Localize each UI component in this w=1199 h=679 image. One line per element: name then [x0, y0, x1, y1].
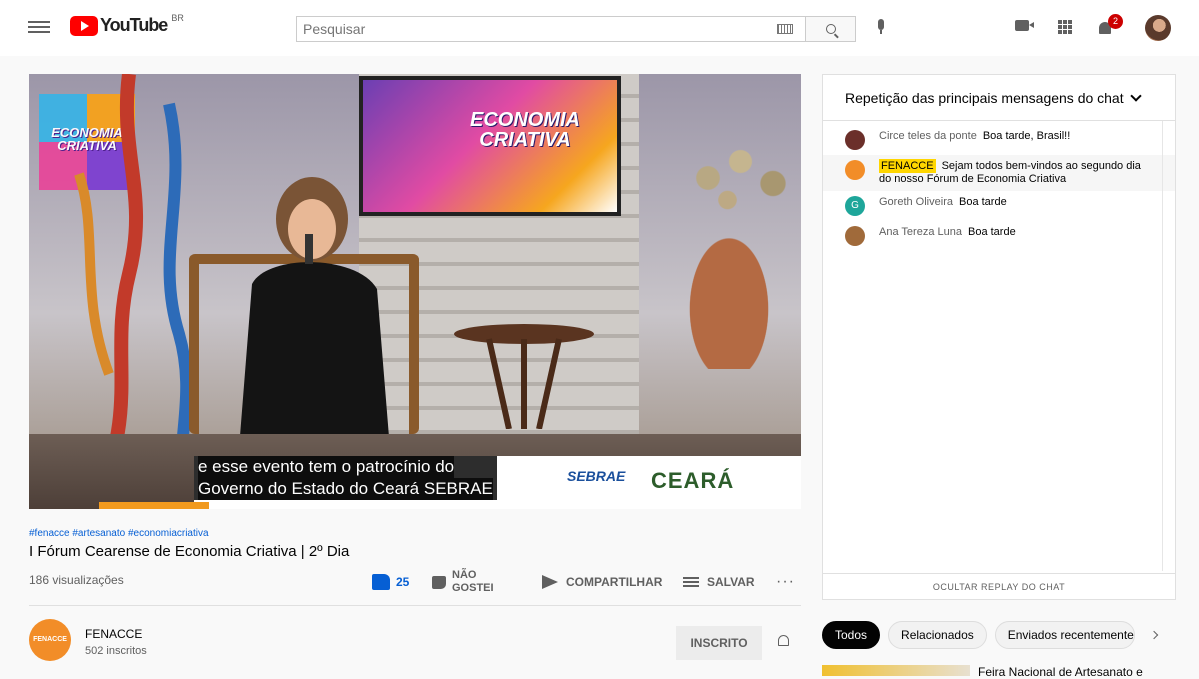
chat-text: Boa tarde — [958, 196, 1007, 208]
chat-avatar: G — [845, 196, 865, 216]
orange-strip — [99, 502, 209, 509]
keyboard-icon[interactable] — [777, 24, 793, 34]
caption-line-1: e esse evento tem o patrocínio do — [198, 456, 455, 478]
share-icon — [542, 575, 558, 589]
chat-message: Ana Tereza Luna Boa tarde — [823, 221, 1175, 251]
like-count: 25 — [396, 575, 410, 589]
divider — [29, 605, 801, 606]
thumb-up-icon — [372, 574, 390, 590]
live-chat-panel: Repetição das principais mensagens do ch… — [822, 74, 1176, 600]
recommended-thumbnail[interactable] — [822, 665, 970, 676]
chat-author-owner[interactable]: FENACCE — [879, 159, 936, 173]
dislike-label: NÃO GOSTEI — [452, 569, 494, 594]
hashtags[interactable]: #fenacce #artesanato #economiacriativa — [29, 528, 209, 539]
view-count: 186 visualizações — [29, 573, 124, 587]
vase — [679, 219, 779, 369]
video-player[interactable]: ECONOMIA CRIATIVA ECONOMIA CRIATIVA SEBR… — [29, 74, 801, 509]
chat-author[interactable]: Ana Tereza Luna — [879, 226, 962, 238]
chip-recent[interactable]: Enviados recentemente — [994, 621, 1135, 649]
channel-avatar[interactable]: FENACCE — [29, 619, 71, 661]
chat-author[interactable]: Goreth Oliveira — [879, 196, 953, 208]
search-box — [296, 16, 806, 42]
presenter — [237, 177, 392, 474]
chat-header-label: Repetição das principais mensagens do ch… — [845, 89, 1124, 106]
top-bar: YouTube BR 2 — [0, 0, 1199, 56]
save-label: SALVAR — [707, 575, 755, 589]
chat-author[interactable]: Circe teles da ponte — [879, 130, 977, 142]
dislike-button[interactable]: NÃO GOSTEI — [432, 568, 498, 596]
subscriber-count: 502 inscritos — [85, 645, 147, 657]
search-icon — [825, 24, 836, 34]
chat-avatar — [845, 226, 865, 246]
youtube-logo[interactable]: YouTube BR — [70, 12, 184, 36]
playlist-add-icon — [683, 577, 699, 587]
recommended-title[interactable]: Feira Nacional de Artesanato e — [978, 665, 1143, 679]
chevron-right-icon[interactable] — [1149, 630, 1159, 640]
sebrae-logo: SEBRAE — [567, 468, 626, 484]
play-logo-icon — [70, 15, 98, 36]
tv-logo-text: ECONOMIA CRIATIVA — [470, 109, 580, 151]
more-actions-button[interactable]: ··· — [776, 568, 795, 596]
create-video-icon[interactable] — [1015, 20, 1034, 31]
chat-avatar — [845, 160, 865, 180]
video-title: I Fórum Cearense de Economia Criativa | … — [29, 543, 350, 560]
chat-text: Boa tarde, Brasil!! — [982, 130, 1071, 142]
thumb-down-icon — [432, 575, 446, 589]
logo-country: BR — [171, 12, 184, 23]
chevron-down-icon — [1129, 89, 1142, 102]
sculpture — [74, 74, 195, 494]
search-input[interactable] — [297, 17, 777, 41]
filter-chips: Todos Relacionados Enviados recentemente — [822, 621, 1135, 649]
chat-message: G Goreth Oliveira Boa tarde — [823, 191, 1175, 221]
subtitle-caption: e esse evento tem o patrocínio do Govern… — [194, 456, 497, 500]
chat-message: FENACCE Sejam todos bem-vindos ao segundo… — [823, 155, 1175, 191]
notification-badge: 2 — [1108, 14, 1123, 29]
side-table — [454, 324, 594, 429]
chat-avatar — [845, 130, 865, 150]
menu-icon[interactable] — [28, 18, 50, 38]
share-button[interactable]: COMPARTILHAR — [542, 568, 662, 596]
save-button[interactable]: SALVAR — [683, 568, 755, 596]
channel-bell-icon[interactable] — [778, 635, 789, 646]
chat-mode-selector[interactable]: Repetição das principais mensagens do ch… — [823, 75, 1175, 121]
share-label: COMPARTILHAR — [566, 575, 663, 589]
chat-message: Circe teles da ponte Boa tarde, Brasil!! — [823, 125, 1175, 155]
apps-grid-icon[interactable] — [1058, 20, 1072, 34]
subscribe-button[interactable]: INSCRITO — [676, 626, 762, 660]
chat-messages: Circe teles da ponte Boa tarde, Brasil!! … — [823, 121, 1175, 251]
caption-line-2: Governo do Estado do Ceará SEBRAE — [198, 478, 493, 500]
like-button[interactable]: 25 — [372, 568, 409, 596]
mic-icon[interactable] — [876, 19, 886, 37]
chat-text: Boa tarde — [967, 226, 1016, 238]
channel-name[interactable]: FENACCE — [85, 627, 142, 641]
chip-all[interactable]: Todos — [822, 621, 881, 649]
account-avatar[interactable] — [1145, 15, 1171, 41]
chip-related[interactable]: Relacionados — [888, 621, 987, 649]
logo-text: YouTube — [100, 15, 168, 35]
chat-scrollbar[interactable] — [1162, 121, 1163, 571]
hide-chat-replay-button[interactable]: OCULTAR REPLAY DO CHAT — [823, 573, 1175, 599]
ceara-logo: CEARÁ — [651, 468, 735, 493]
search-button[interactable] — [806, 16, 856, 42]
